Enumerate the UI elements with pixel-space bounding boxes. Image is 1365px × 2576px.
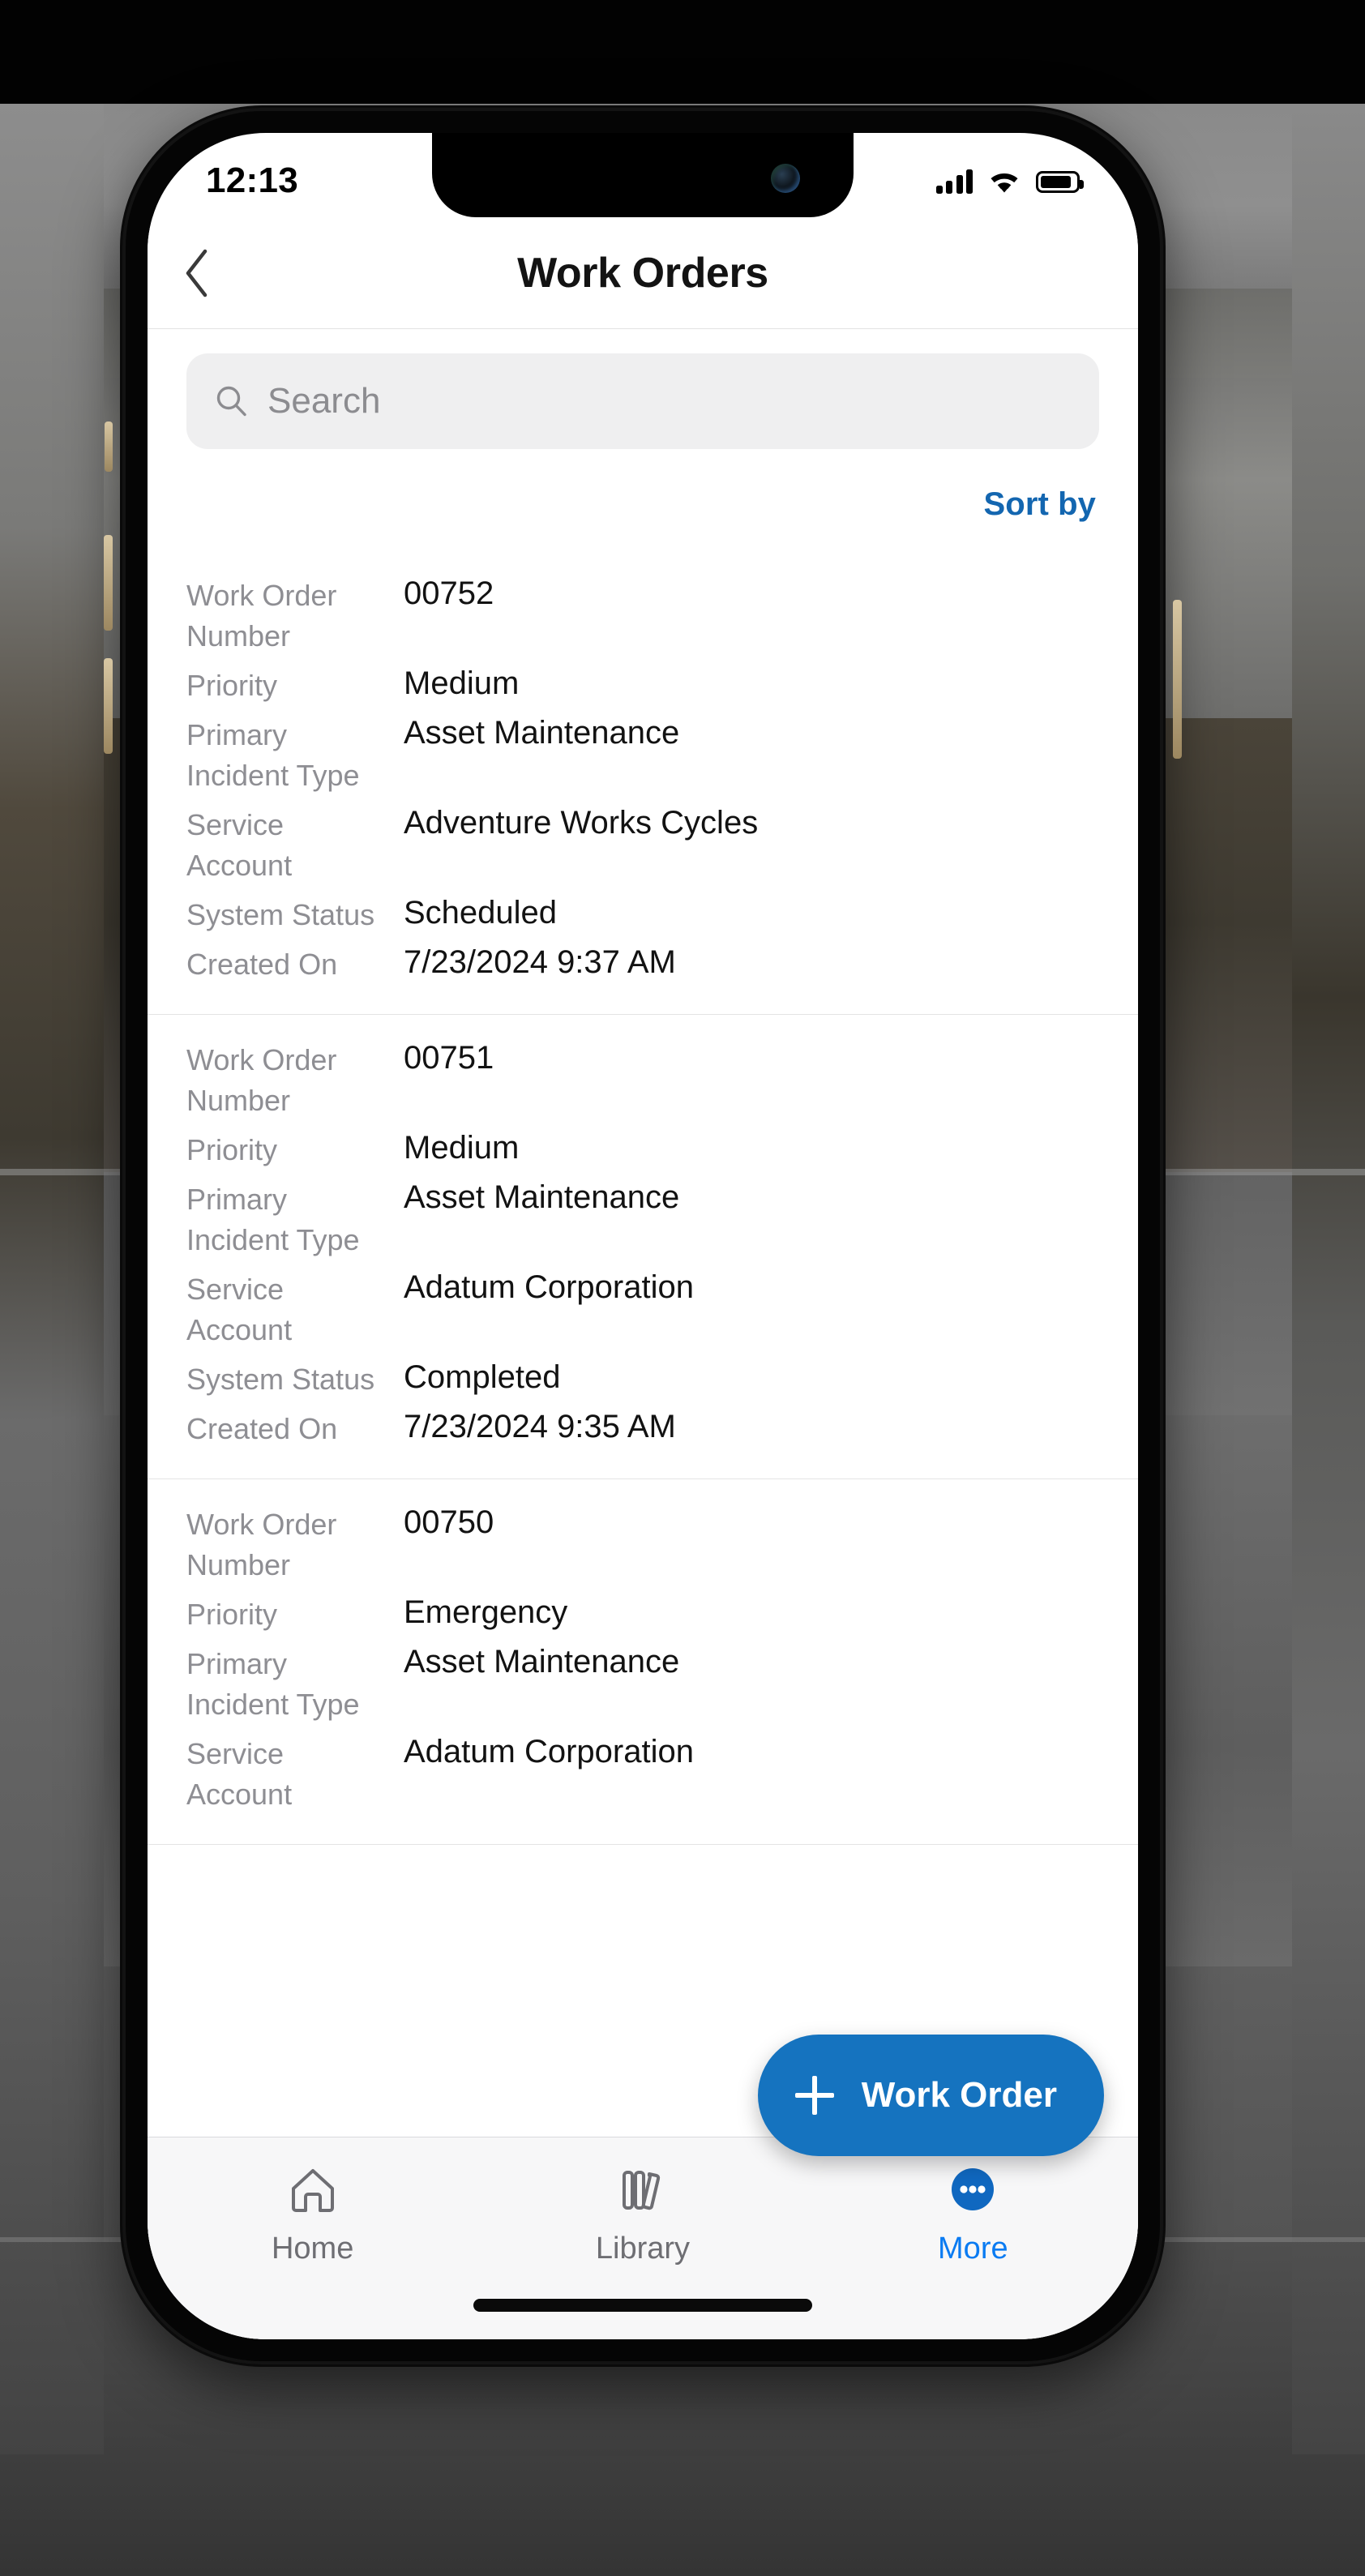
field-label: Created On — [186, 1412, 338, 1445]
phone-device: 12:13 Work Orders Search Sort by Work Or… — [104, 95, 1182, 2377]
work-order-card[interactable]: Work Order Number 00751 Priority Medium … — [148, 1015, 1138, 1479]
work-order-list: Work Order Number 00752 Priority Medium … — [148, 550, 1138, 1845]
field-label: Primary Incident Type — [186, 718, 360, 792]
cellular-signal-icon — [935, 169, 973, 194]
field-label: Priority — [186, 1598, 278, 1631]
field-primary-incident-type: Primary Incident Type Asset Maintenance — [148, 711, 1138, 796]
field-label: Priority — [186, 669, 278, 702]
field-value: Adatum Corporation — [404, 1734, 694, 1769]
field-priority: Priority Medium — [148, 1126, 1138, 1170]
sort-by-button[interactable]: Sort by — [984, 486, 1097, 523]
field-value: 00751 — [404, 1040, 494, 1076]
tab-home[interactable]: Home — [148, 2159, 477, 2266]
work-order-card[interactable]: Work Order Number 00750 Priority Emergen… — [148, 1479, 1138, 1845]
field-priority: Priority Emergency — [148, 1590, 1138, 1635]
phone-screen: 12:13 Work Orders Search Sort by Work Or… — [148, 133, 1138, 2339]
field-value: Adatum Corporation — [404, 1269, 694, 1305]
power-button[interactable] — [1173, 600, 1182, 759]
field-label: Created On — [186, 948, 338, 981]
field-value: 7/23/2024 9:37 AM — [404, 944, 676, 980]
field-label: Service Account — [186, 1737, 293, 1811]
field-label: System Status — [186, 1363, 375, 1396]
field-work-order-number: Work Order Number 00750 — [148, 1500, 1138, 1585]
home-icon — [285, 2159, 341, 2220]
new-work-order-fab[interactable]: Work Order — [757, 2035, 1104, 2156]
display-notch — [432, 133, 854, 217]
fab-label: Work Order — [861, 2075, 1057, 2115]
field-service-account: Service Account Adatum Corporation — [148, 1730, 1138, 1815]
nav-bar: Work Orders — [148, 217, 1138, 329]
search-placeholder: Search — [267, 381, 381, 421]
field-label: Primary Incident Type — [186, 1183, 360, 1256]
battery-icon — [1036, 170, 1084, 193]
field-value: Adventure Works Cycles — [404, 805, 759, 841]
work-order-list-view: Search Sort by Work Order Number 00752 P… — [148, 329, 1138, 2339]
field-label: Work Order Number — [186, 579, 337, 653]
tab-label: Library — [595, 2232, 691, 2266]
field-value: 00752 — [404, 576, 494, 611]
field-value: Scheduled — [404, 895, 558, 931]
field-value: Completed — [404, 1359, 561, 1395]
field-label: Primary Incident Type — [186, 1647, 360, 1721]
field-value: Emergency — [404, 1594, 568, 1630]
tab-more[interactable]: More — [808, 2159, 1138, 2266]
field-priority: Priority Medium — [148, 661, 1138, 706]
search-input[interactable]: Search — [186, 353, 1099, 449]
tab-library[interactable]: Library — [477, 2159, 807, 2266]
field-system-status: System Status Completed — [148, 1355, 1138, 1400]
field-value: Asset Maintenance — [404, 1179, 680, 1215]
field-value: Asset Maintenance — [404, 715, 680, 751]
front-camera-icon — [771, 164, 800, 193]
library-icon — [614, 2159, 671, 2220]
mute-switch[interactable] — [105, 421, 113, 472]
page-title: Work Orders — [517, 249, 768, 297]
field-primary-incident-type: Primary Incident Type Asset Maintenance — [148, 1640, 1138, 1725]
more-dots-icon — [944, 2159, 1001, 2220]
field-label: Priority — [186, 1133, 278, 1166]
field-value: 7/23/2024 9:35 AM — [404, 1409, 676, 1444]
field-work-order-number: Work Order Number 00751 — [148, 1036, 1138, 1121]
field-label: Work Order Number — [186, 1508, 337, 1581]
work-order-card[interactable]: Work Order Number 00752 Priority Medium … — [148, 550, 1138, 1015]
field-created-on: Created On 7/23/2024 9:37 AM — [148, 940, 1138, 985]
field-label: Service Account — [186, 808, 293, 882]
field-primary-incident-type: Primary Incident Type Asset Maintenance — [148, 1175, 1138, 1260]
tab-label: More — [938, 2232, 1008, 2266]
field-value: Medium — [404, 665, 520, 701]
plus-icon — [794, 2076, 834, 2115]
wifi-icon — [991, 173, 1018, 193]
field-value: 00750 — [404, 1504, 494, 1540]
field-service-account: Service Account Adatum Corporation — [148, 1265, 1138, 1350]
status-time: 12:13 — [206, 160, 299, 200]
field-system-status: System Status Scheduled — [148, 891, 1138, 935]
field-value: Asset Maintenance — [404, 1644, 680, 1680]
field-label: System Status — [186, 898, 375, 931]
field-created-on: Created On 7/23/2024 9:35 AM — [148, 1405, 1138, 1449]
field-label: Service Account — [186, 1273, 293, 1346]
volume-up-button[interactable] — [104, 535, 113, 631]
home-indicator[interactable] — [473, 2299, 812, 2312]
field-label: Work Order Number — [186, 1043, 337, 1117]
field-work-order-number: Work Order Number 00752 — [148, 571, 1138, 657]
field-value: Medium — [404, 1130, 520, 1166]
volume-down-button[interactable] — [104, 658, 113, 754]
tab-label: Home — [271, 2232, 354, 2266]
search-icon — [216, 386, 246, 417]
field-service-account: Service Account Adventure Works Cycles — [148, 801, 1138, 886]
